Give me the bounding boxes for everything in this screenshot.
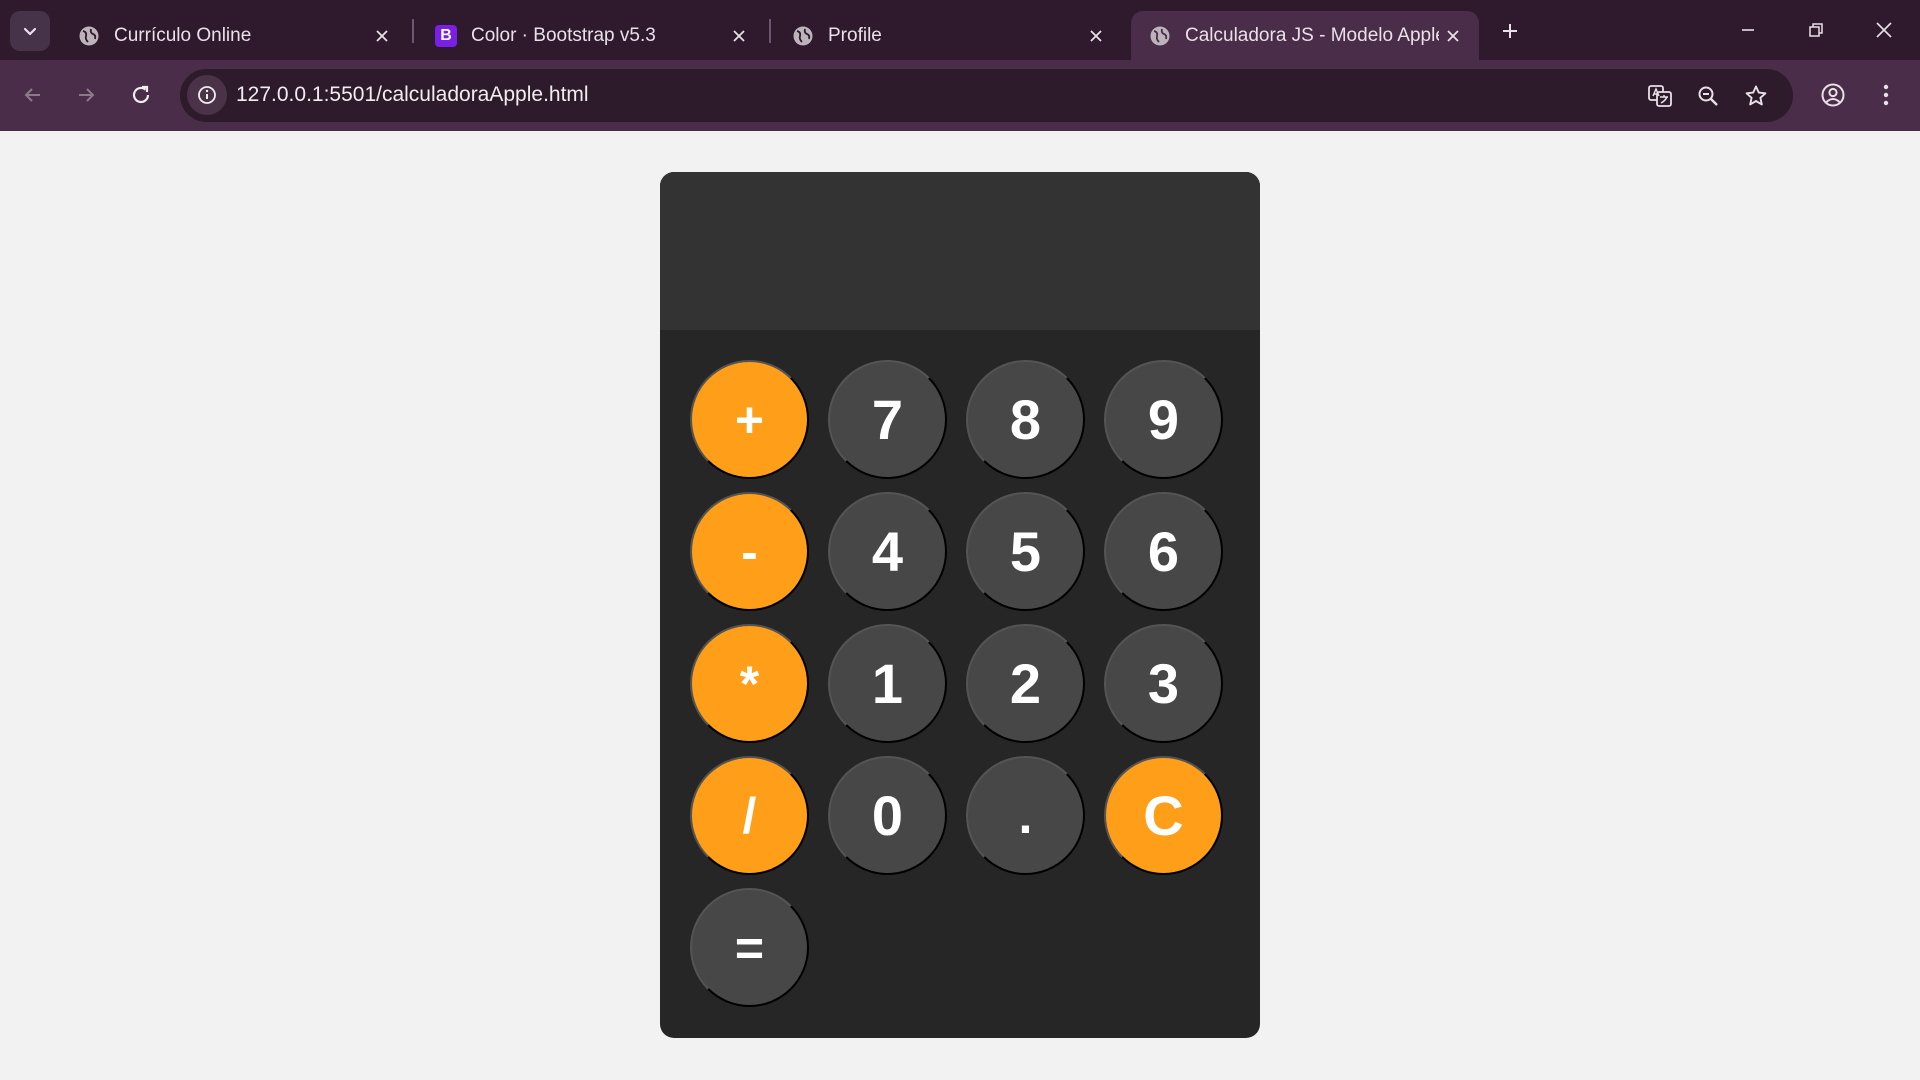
tab-divider	[412, 19, 414, 43]
calculator-display	[660, 172, 1260, 330]
browser-toolbar: 127.0.0.1:5501/calculadoraApple.html	[0, 60, 1920, 131]
tab-calculadora[interactable]: Calculadora JS - Modelo Apple	[1131, 11, 1479, 60]
key-divide[interactable]: /	[690, 756, 809, 875]
tab-bootstrap[interactable]: B Color · Bootstrap v5.3	[417, 11, 765, 60]
restore-button[interactable]	[1782, 0, 1850, 60]
tab-strip: Currículo Online B Color · Bootstrap v5.…	[0, 0, 1920, 60]
key-0[interactable]: 0	[828, 756, 947, 875]
plus-icon	[1503, 24, 1517, 38]
close-icon	[1876, 22, 1892, 38]
translate-icon[interactable]	[1643, 79, 1677, 113]
close-icon[interactable]	[725, 22, 753, 50]
chevron-down-icon	[23, 27, 37, 36]
globe-icon	[792, 25, 814, 47]
reload-icon	[132, 85, 150, 104]
key-6[interactable]: 6	[1104, 492, 1223, 611]
bootstrap-icon: B	[435, 24, 457, 47]
key-4[interactable]: 4	[828, 492, 947, 611]
info-icon	[198, 86, 216, 104]
key-equals[interactable]: =	[690, 888, 809, 1007]
key-2[interactable]: 2	[966, 624, 1085, 743]
bookmark-star-icon[interactable]	[1739, 79, 1773, 113]
tab-search-button[interactable]	[10, 11, 50, 51]
calculator: + 7 8 9 - 4 5 6 * 1 2 3 / 0 . C =	[660, 172, 1260, 1038]
key-decimal[interactable]: .	[966, 756, 1085, 875]
kebab-menu-icon[interactable]	[1866, 75, 1906, 115]
minimize-icon	[1742, 29, 1754, 31]
zoom-icon[interactable]	[1691, 79, 1725, 113]
profile-icon[interactable]	[1813, 75, 1853, 115]
arrow-right-icon	[79, 88, 95, 102]
back-button[interactable]	[13, 75, 53, 115]
close-window-button[interactable]	[1850, 0, 1918, 60]
globe-icon	[1149, 25, 1171, 47]
key-5[interactable]: 5	[966, 492, 1085, 611]
address-bar[interactable]: 127.0.0.1:5501/calculadoraApple.html	[180, 69, 1793, 122]
tab-divider	[769, 19, 771, 43]
restore-icon	[1809, 23, 1823, 37]
key-7[interactable]: 7	[828, 360, 947, 479]
site-info-button[interactable]	[187, 75, 227, 115]
tab-curriculo[interactable]: Currículo Online	[60, 11, 408, 60]
key-add[interactable]: +	[690, 360, 809, 479]
tab-title: Calculadora JS - Modelo Apple	[1185, 24, 1439, 46]
close-icon[interactable]	[1082, 22, 1110, 50]
tab-title: Currículo Online	[114, 24, 252, 46]
key-clear[interactable]: C	[1104, 756, 1223, 875]
key-subtract[interactable]: -	[690, 492, 809, 611]
keypad: + 7 8 9 - 4 5 6 * 1 2 3 / 0 . C =	[690, 360, 1230, 1010]
key-8[interactable]: 8	[966, 360, 1085, 479]
globe-icon	[78, 25, 100, 47]
key-1[interactable]: 1	[828, 624, 947, 743]
tab-profile[interactable]: Profile	[774, 11, 1122, 60]
key-multiply[interactable]: *	[690, 624, 809, 743]
url-text[interactable]: 127.0.0.1:5501/calculadoraApple.html	[236, 83, 589, 107]
close-icon[interactable]	[368, 22, 396, 50]
tab-title: Profile	[828, 24, 882, 46]
reload-button[interactable]	[121, 75, 161, 115]
minimize-button[interactable]	[1714, 0, 1782, 60]
tab-title: Color · Bootstrap v5.3	[471, 24, 656, 46]
close-icon[interactable]	[1439, 22, 1467, 50]
key-3[interactable]: 3	[1104, 624, 1223, 743]
key-9[interactable]: 9	[1104, 360, 1223, 479]
forward-button[interactable]	[66, 75, 106, 115]
arrow-left-icon	[24, 88, 40, 102]
new-tab-button[interactable]	[1492, 13, 1528, 49]
